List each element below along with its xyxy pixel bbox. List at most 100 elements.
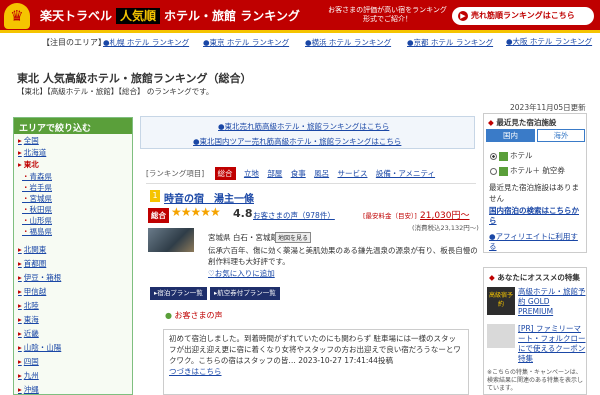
sidebar-region-kitakanto[interactable]: 北関東 [18, 244, 47, 255]
hotel-name-link[interactable]: 時音の宿 湯主一條 [164, 190, 254, 205]
sidebar-region-shutoken[interactable]: 首都圏 [18, 258, 47, 269]
hotel-address: 宮城県 白石・宮城蔵王 [208, 233, 286, 242]
area-link-sapporo[interactable]: ●札幌 ホテル ランキング [103, 37, 189, 48]
recommend-heading: ◆ あなたにオススメの特集 [489, 272, 580, 283]
sidebar-pref-aomori[interactable]: 青森県 [22, 171, 53, 182]
radio-hotel-air-label: ホテル＋ 航空券 [510, 166, 565, 175]
sort-tab-location[interactable]: 立地 [244, 168, 259, 179]
crown-icon: ♛ [4, 3, 30, 29]
stay-plans-button[interactable]: ▸宿泊プラン一覧 [150, 287, 207, 300]
recent-heading: ◆ 最近見た宿泊施設 [488, 117, 556, 128]
area-link-label: 大阪 ホテル ランキング [512, 37, 593, 46]
promo-link-tour[interactable]: ●東北国内ツアー売れ筋高級ホテル・旅館ランキングはこちら [193, 136, 401, 147]
voice-heading-label: お客さまの声 [174, 311, 223, 320]
ranking-title: ホテル・旅館 ランキング [164, 9, 300, 23]
sort-label: [ランキング項目] [146, 169, 205, 178]
hotel-icon [499, 166, 508, 176]
ad-link-gold-premium[interactable]: 高級ホテル・旅館予約 GOLD PREMIUM [518, 287, 586, 317]
sidebar-pref-miyagi[interactable]: 宮城県 [22, 193, 53, 204]
sidebar-region-all[interactable]: 全国 [18, 135, 39, 146]
radio-button[interactable] [490, 167, 497, 175]
rating-stars-icon: ★★★★★ [171, 205, 221, 219]
tab-domestic[interactable]: 国内 [486, 129, 535, 142]
megaphone-icon: ◆ [489, 273, 495, 282]
hotel-thumbnail[interactable] [148, 228, 194, 252]
sort-tab-bath[interactable]: 風呂 [314, 168, 329, 179]
breadcrumb: 【東北】【高級ホテル・旅館】【総合】 のランキングです。 [17, 87, 214, 96]
air-plans-button[interactable]: ▸航空券付プラン一覧 [210, 287, 280, 300]
radio-hotel[interactable]: ホテル [490, 150, 533, 161]
voice-text: 初めて宿泊しました。到着時間がずれていたのにも関わらず 駐車場には一様のスタッフ… [169, 334, 461, 365]
hotel-icon [499, 151, 508, 161]
area-link-tokyo[interactable]: ●東京 ホテル ランキング [203, 37, 289, 48]
sidebar-region-kinki[interactable]: 近畿 [18, 328, 39, 339]
sidebar-region-tokai[interactable]: 東海 [18, 314, 39, 325]
best-seller-ranking-button[interactable]: ▶ 売れ筋順ランキングはこちら [452, 7, 594, 25]
sidebar-region-kyushu[interactable]: 九州 [18, 370, 39, 381]
sort-tab-room[interactable]: 部屋 [267, 168, 282, 179]
sidebar-region-shikoku[interactable]: 四国 [18, 356, 39, 367]
no-recent-text: 最近見た宿泊施設はありません [489, 183, 579, 203]
area-link-label: 横浜 ホテル ランキング [311, 38, 392, 47]
tab-overseas[interactable]: 海外 [537, 129, 585, 142]
divider [146, 183, 476, 184]
sidebar-region-sanin-sanyo[interactable]: 山陰・山陽 [18, 342, 62, 353]
reviews-link[interactable]: お客さまの声（978件） [253, 210, 335, 221]
site-header: ♛ 楽天トラベル 人気順 ホテル・旅館 ランキング お客さまの評価が高い宿をランキン… [0, 0, 600, 33]
sidebar-region-current: 東北 [18, 159, 39, 170]
sort-tab-meal[interactable]: 食事 [291, 168, 306, 179]
area-link-yokohama[interactable]: ●横浜 ホテル ランキング [305, 37, 391, 48]
sidebar-region-hokkaido[interactable]: 北海道 [18, 147, 47, 158]
air-plans-label: 航空券付プラン一覧 [217, 289, 276, 297]
radio-hotel-label: ホテル [510, 151, 533, 160]
sidebar-pref-fukushima[interactable]: 福島県 [22, 226, 53, 237]
brand-name: 楽天トラベル [40, 9, 113, 23]
speech-bubble-icon: ● [165, 311, 172, 320]
sort-tabs: [ランキング項目] 総合 立地 部屋 食事 風呂 サービス 設備・アメニティ [146, 167, 441, 180]
ad-note: ※こちらの特集・キャンペーンは、検索結果に関連のある特集を表示しています。 [487, 369, 584, 392]
arrow-circle-icon: ▶ [458, 11, 468, 21]
ad-link-coupon[interactable]: [PR] ファミリーマート・フォルクローにで使えるクーポン特集 [518, 324, 586, 364]
promo-link-label: 東北国内ツアー売れ筋高級ホテル・旅館ランキングはこちら [199, 137, 402, 146]
sidebar-region-izu-hakone[interactable]: 伊豆・箱根 [18, 272, 62, 283]
sort-tab-service[interactable]: サービス [337, 168, 367, 179]
voice-more-link[interactable]: つづきはこちら [169, 367, 222, 376]
affiliate-link[interactable]: ●アフィリエイトに利用する [489, 232, 583, 252]
coupon-banner[interactable] [487, 324, 515, 348]
domestic-search-link[interactable]: 国内宿泊の検索はこちらから [489, 206, 583, 226]
sidebar-pref-iwate[interactable]: 岩手県 [22, 182, 53, 193]
guest-voice-heading: ● お客さまの声 [165, 310, 223, 321]
clock-icon: ◆ [488, 118, 494, 127]
area-link-kyoto[interactable]: ●京都 ホテル ランキング [407, 37, 493, 48]
price-tax: (消費税込23,132円〜) [412, 224, 479, 232]
sidebar-region-okinawa[interactable]: 沖縄 [18, 384, 39, 395]
best-seller-label: 売れ筋順ランキングはこちら [471, 11, 575, 20]
radio-hotel-air[interactable]: ホテル＋ 航空券 [490, 165, 565, 176]
radio-button[interactable] [490, 152, 497, 160]
header-tagline: お客さまの評価が高い宿をランキング形式でご紹介！ [328, 6, 447, 23]
overall-badge: 総合 [148, 208, 169, 223]
page-title: 東北 人気高級ホテル・旅館ランキング（総合） [17, 72, 252, 85]
guest-voice-box: 初めて宿泊しました。到着時間がずれていたのにも関わらず 駐車場には一様のスタッフ… [163, 329, 469, 395]
map-button[interactable]: 地図を見る [275, 232, 312, 243]
updated-date: 2023年11月05日更新 [510, 103, 586, 112]
area-link-label: 京都 ホテル ランキング [413, 38, 494, 47]
promo-link-label: 東北売れ筋高級ホテル・旅館ランキングはこちら [224, 122, 390, 131]
stay-plans-label: 宿泊プラン一覧 [157, 289, 203, 297]
sidebar-region-hokuriku[interactable]: 北陸 [18, 300, 39, 311]
sidebar-pref-yamagata[interactable]: 山形県 [22, 215, 53, 226]
rank-1-icon: 1 [150, 190, 160, 202]
area-link-label: 札幌 ホテル ランキング [109, 38, 190, 47]
sidebar-pref-akita[interactable]: 秋田県 [22, 204, 53, 215]
sidebar-region-koshinetsu[interactable]: 甲信越 [18, 286, 47, 297]
sort-tab-overall[interactable]: 総合 [214, 167, 236, 180]
rating-score: 4.8 [233, 207, 253, 220]
add-favorite-link[interactable]: ♡お気に入りに追加 [208, 268, 275, 279]
area-link-osaka[interactable]: ●大阪 ホテル ランキング [506, 37, 596, 47]
price-link[interactable]: 21,030円〜 [420, 208, 470, 221]
sort-tab-amenity[interactable]: 設備・アメニティ [376, 168, 435, 179]
promo-link-best-seller[interactable]: ●東北売れ筋高級ホテル・旅館ランキングはこちら [218, 121, 389, 132]
gold-premium-banner[interactable]: 高級宿予約 [487, 287, 515, 315]
header-title[interactable]: 楽天トラベル 人気順 ホテル・旅館 ランキング [40, 7, 300, 24]
sidebar-heading: エリアで絞り込む [14, 118, 132, 134]
